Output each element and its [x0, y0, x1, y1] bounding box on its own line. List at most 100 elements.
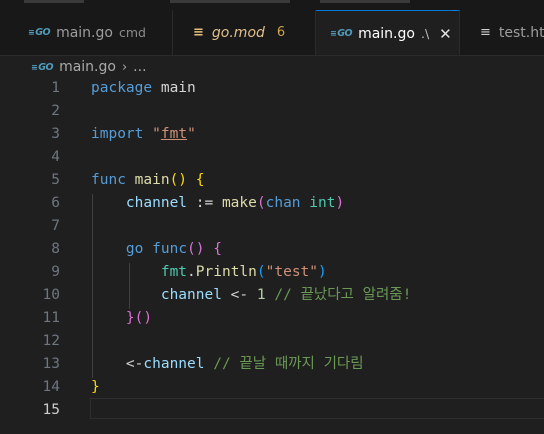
tab-test-http[interactable]: ≡ test.htt: [460, 10, 544, 55]
go-file-icon: GO: [28, 27, 50, 38]
code-text: <-channel // 끝날 때까지 기다림: [91, 353, 364, 376]
title-bar-strip: [0, 0, 544, 10]
line-number: 6: [51, 195, 60, 211]
code-token: func: [152, 241, 188, 257]
code-line[interactable]: 4: [0, 146, 544, 169]
breadcrumb-symbols[interactable]: ...: [133, 59, 146, 75]
go-mod-file-icon: ≡: [193, 25, 204, 40]
editor-tab-bar: GO main.go cmd ≡ go.mod 6 GO main.go .\ …: [0, 10, 544, 56]
tab-label: go.mod: [211, 24, 265, 41]
tab-description: .\: [420, 26, 430, 41]
code-line[interactable]: 13 <-channel // 끝날 때까지 기다림: [0, 353, 544, 376]
title-bar-fragment: [320, 0, 410, 3]
line-number: 14: [42, 379, 60, 395]
code-token: ": [152, 126, 161, 142]
tab-main-go-cmd[interactable]: GO main.go cmd: [0, 10, 173, 55]
code-token: ): [335, 195, 345, 211]
code-text: }(): [91, 307, 152, 330]
code-token: }: [125, 310, 135, 326]
code-line[interactable]: 11 }(): [0, 307, 544, 330]
code-text: channel := make(chan int): [91, 192, 344, 215]
code-token: }: [91, 379, 100, 395]
title-bar-fragment: [24, 0, 84, 3]
code-token: fmt: [160, 264, 188, 280]
breadcrumb-file[interactable]: main.go: [59, 59, 116, 75]
code-token: "test": [265, 264, 319, 280]
code-token: (): [134, 310, 153, 326]
code-token: import: [91, 126, 144, 142]
code-token: channel: [160, 287, 222, 303]
code-token: channel: [125, 195, 188, 211]
code-token: (): [187, 241, 205, 257]
problems-badge: 6: [276, 25, 286, 40]
code-token: make: [221, 195, 257, 211]
code-token: // 끝날 때까지 기다림: [213, 356, 364, 372]
code-text: package main: [91, 77, 196, 100]
code-token: // 끝났다고 알려줌!: [274, 287, 412, 303]
code-line[interactable]: 6 channel := make(chan int): [0, 192, 544, 215]
close-tab-icon[interactable]: ✕: [439, 25, 452, 43]
code-token: {: [213, 241, 222, 257]
line-number: 8: [51, 241, 60, 257]
code-token: chan: [265, 195, 301, 211]
code-line[interactable]: 10 channel <- 1 // 끝났다고 알려줌!: [0, 284, 544, 307]
code-editor[interactable]: 1 package main 2 3 import "fmt" 4 5 func main()…: [0, 79, 544, 434]
line-number: 1: [51, 80, 60, 96]
tab-go-mod[interactable]: ≡ go.mod 6: [173, 10, 316, 55]
code-token: int: [309, 195, 336, 211]
code-token: <-: [91, 356, 144, 372]
tab-description: cmd: [118, 25, 146, 40]
tab-main-go-active[interactable]: GO main.go .\ ✕: [316, 10, 460, 55]
code-line[interactable]: 3 import "fmt": [0, 123, 544, 146]
breadcrumb: GO main.go › ...: [0, 56, 544, 78]
code-line[interactable]: 5 func main() {: [0, 169, 544, 192]
line-number: 3: [51, 126, 60, 142]
code-text: }: [91, 376, 100, 399]
line-number: 10: [42, 287, 60, 303]
tab-label: test.htt: [498, 24, 544, 41]
code-token: main: [134, 172, 170, 188]
braces-file-icon: ≡: [480, 25, 491, 40]
code-token: channel: [143, 356, 205, 372]
code-line[interactable]: 12: [0, 330, 544, 353]
tab-label: main.go: [358, 25, 415, 42]
code-text: channel <- 1 // 끝났다고 알려줌!: [91, 284, 412, 307]
line-number: 5: [51, 172, 60, 188]
code-token: Println: [195, 264, 257, 280]
code-token: ": [187, 126, 196, 142]
code-text: go func() {: [91, 238, 222, 261]
code-token: ): [318, 264, 327, 280]
code-token: <-: [221, 287, 257, 303]
code-line[interactable]: 2: [0, 100, 544, 123]
code-line[interactable]: 14}: [0, 376, 544, 399]
line-number: 13: [42, 356, 60, 372]
code-token: (): [169, 172, 188, 188]
code-token: main: [152, 80, 196, 96]
line-number: 15: [42, 402, 60, 418]
code-text: fmt.Println("test"): [91, 261, 327, 284]
code-token: .: [187, 264, 196, 280]
line-number: 7: [51, 218, 60, 234]
code-line[interactable]: 7: [0, 215, 544, 238]
code-line[interactable]: 15: [0, 399, 544, 422]
code-line[interactable]: 9 fmt.Println("test"): [0, 261, 544, 284]
code-token: fmt: [160, 126, 188, 142]
go-file-icon: GO: [31, 62, 53, 73]
line-number: 4: [51, 149, 60, 165]
code-line[interactable]: 1 package main: [0, 77, 544, 100]
code-token: (: [256, 195, 266, 211]
title-bar-fragment: [170, 0, 290, 3]
tab-label: main.go: [56, 24, 113, 41]
chevron-right-icon: ›: [121, 59, 128, 75]
code-line[interactable]: 8 go func() {: [0, 238, 544, 261]
code-text: import "fmt": [91, 123, 196, 146]
code-token: 1: [256, 287, 266, 303]
